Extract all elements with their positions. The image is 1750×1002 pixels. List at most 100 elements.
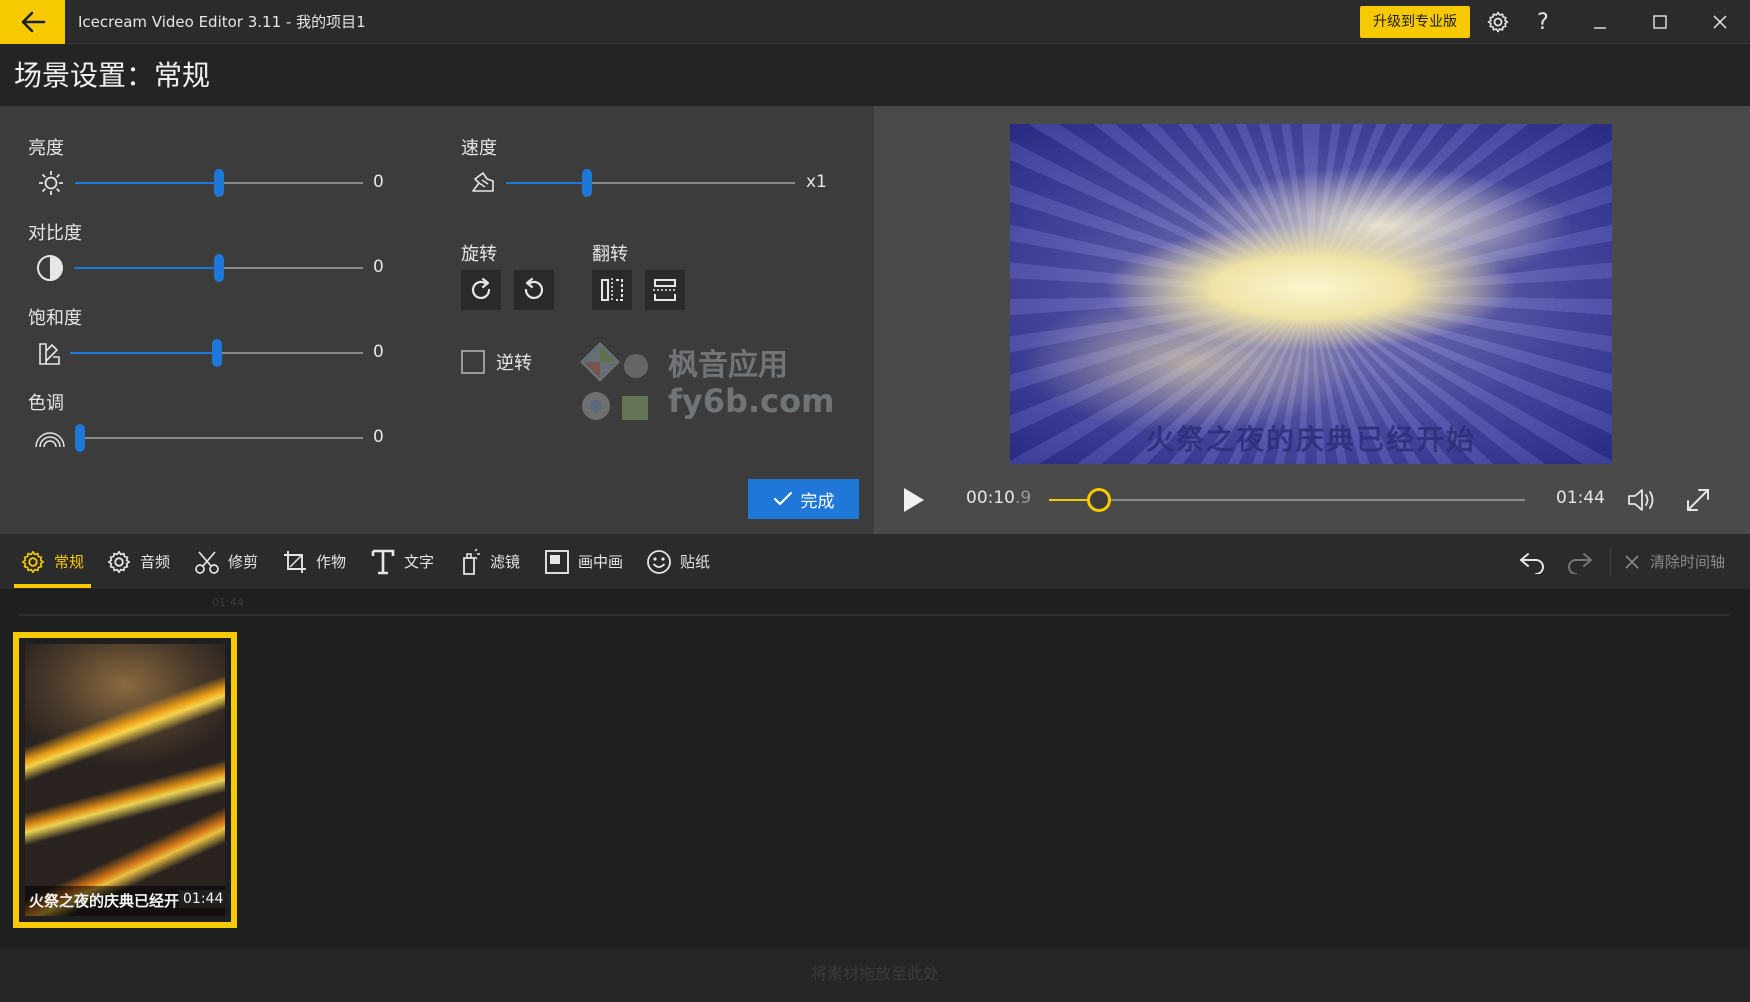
tool-sticker[interactable]: 贴纸	[646, 534, 710, 589]
volume-button[interactable]	[1624, 482, 1660, 518]
pip-icon	[545, 549, 569, 574]
brightness-slider[interactable]	[75, 169, 363, 197]
timeline-ruler[interactable]	[18, 614, 1730, 616]
watermark-emblem-icon	[580, 342, 648, 420]
watermark-name: 枫音应用	[668, 348, 788, 383]
seek-bar-thumb[interactable]	[1087, 488, 1111, 512]
speed-slider-thumb[interactable]	[582, 169, 592, 197]
toolbar-divider	[1610, 548, 1611, 576]
timeline-clip[interactable]: 火祭之夜的庆典已经开始 01:44	[13, 632, 237, 928]
total-time: 01:44	[1556, 488, 1605, 508]
tool-general[interactable]: 常规	[20, 534, 84, 589]
speed-slider-fill	[506, 182, 587, 184]
fullscreen-button[interactable]	[1680, 482, 1716, 518]
timeline	[0, 589, 1750, 949]
crop-icon	[284, 550, 306, 573]
brightness-value: 0	[373, 172, 384, 192]
brightness-label: 亮度	[28, 138, 64, 159]
hue-value: 0	[373, 427, 384, 447]
rotate-clockwise-button[interactable]	[461, 270, 501, 310]
contrast-slider-thumb[interactable]	[214, 254, 224, 282]
tool-audio-label: 音频	[140, 553, 171, 571]
audio-gear-icon	[107, 550, 131, 573]
speed-slider[interactable]	[506, 169, 795, 197]
maximize-button[interactable]	[1644, 0, 1676, 44]
watermark-url: fy6b.com	[668, 382, 835, 420]
clear-timeline-label: 清除时间轴	[1650, 553, 1726, 571]
redo-icon	[1568, 552, 1592, 574]
hue-slider-thumb[interactable]	[75, 424, 85, 452]
clear-timeline-button[interactable]: 清除时间轴	[1624, 534, 1725, 589]
flip-horizontal-icon	[601, 278, 623, 302]
tool-picture-in-picture[interactable]: 画中画	[544, 534, 623, 589]
clip-caption-text: 火祭之夜的庆典已经开始	[29, 892, 179, 910]
video-preview[interactable]: 火祭之夜的庆典已经开始	[1010, 124, 1612, 464]
brightness-slider-thumb[interactable]	[214, 169, 224, 197]
hue-slider[interactable]	[75, 424, 363, 452]
volume-icon	[1628, 489, 1654, 511]
tool-pip-label: 画中画	[578, 553, 624, 571]
timeline-ruler-mark: 01:44	[212, 596, 244, 609]
contrast-label: 对比度	[28, 223, 82, 244]
maximize-icon	[1653, 15, 1667, 29]
current-time-main: 00:10	[966, 488, 1015, 508]
help-button[interactable]: ?	[1528, 0, 1558, 44]
tool-trim[interactable]: 修剪	[194, 534, 258, 589]
hue-label: 色调	[28, 393, 64, 414]
contrast-slider-fill	[74, 267, 219, 269]
seek-bar[interactable]	[1049, 488, 1525, 512]
rotate-clockwise-icon	[471, 277, 491, 299]
scene-header: 场景设置：常规	[0, 44, 1750, 106]
rainbow-icon	[34, 423, 66, 455]
gear-icon	[1487, 11, 1509, 33]
gear-icon	[21, 550, 45, 573]
play-button[interactable]	[898, 485, 928, 515]
app-title: Icecream Video Editor 3.11 - 我的项目1	[78, 13, 366, 31]
saturation-slider-thumb[interactable]	[212, 339, 222, 367]
tool-sticker-label: 贴纸	[680, 553, 711, 571]
settings-panel	[0, 106, 874, 534]
active-tool-indicator	[14, 584, 91, 588]
clip-thumbnail	[25, 644, 225, 916]
close-icon	[1713, 15, 1727, 29]
back-button[interactable]	[0, 0, 65, 44]
saturation-slider[interactable]	[70, 339, 363, 367]
undo-icon	[1520, 552, 1544, 574]
flip-horizontal-button[interactable]	[592, 270, 632, 310]
contrast-slider[interactable]	[74, 254, 363, 282]
brightness-slider-fill	[75, 182, 219, 184]
upgrade-button[interactable]: 升级到专业版	[1360, 6, 1470, 38]
sun-icon	[35, 167, 67, 199]
title-bar: Icecream Video Editor 3.11 - 我的项目1 升级到专业…	[0, 0, 1750, 44]
sticker-icon	[647, 549, 671, 574]
tool-text-label: 文字	[404, 553, 435, 571]
clip-duration: 01:44	[179, 890, 228, 908]
reverse-checkbox[interactable]	[461, 350, 485, 374]
tool-filter[interactable]: 滤镜	[458, 534, 520, 589]
tool-crop-label: 作物	[316, 553, 347, 571]
close-button[interactable]	[1704, 0, 1736, 44]
saturation-slider-fill	[70, 352, 217, 354]
drop-hint: 将素材拖放至此处	[810, 964, 939, 983]
rotate-label: 旋转	[461, 244, 497, 265]
redo-button[interactable]	[1562, 534, 1598, 589]
video-caption: 火祭之夜的庆典已经开始	[1145, 423, 1476, 456]
tool-trim-label: 修剪	[228, 553, 259, 571]
rotate-counterclockwise-button[interactable]	[514, 270, 554, 310]
tool-filter-label: 滤镜	[490, 553, 521, 571]
tool-bar: 常规 音频 修剪 作物 文字 滤镜 画中画 贴纸 清除时间轴	[0, 534, 1750, 589]
saturation-label: 饱和度	[28, 308, 82, 329]
tool-text[interactable]: 文字	[370, 534, 434, 589]
tool-audio[interactable]: 音频	[106, 534, 170, 589]
fullscreen-icon	[1687, 489, 1709, 511]
undo-button[interactable]	[1514, 534, 1550, 589]
done-button[interactable]: 完成	[748, 479, 859, 519]
tool-crop[interactable]: 作物	[282, 534, 346, 589]
flip-vertical-button[interactable]	[645, 270, 685, 310]
flip-vertical-icon	[653, 279, 677, 301]
settings-button[interactable]	[1482, 0, 1514, 44]
text-icon	[371, 549, 395, 574]
minimize-button[interactable]	[1584, 0, 1616, 44]
contrast-icon	[34, 252, 66, 284]
speed-value: x1	[806, 172, 827, 192]
